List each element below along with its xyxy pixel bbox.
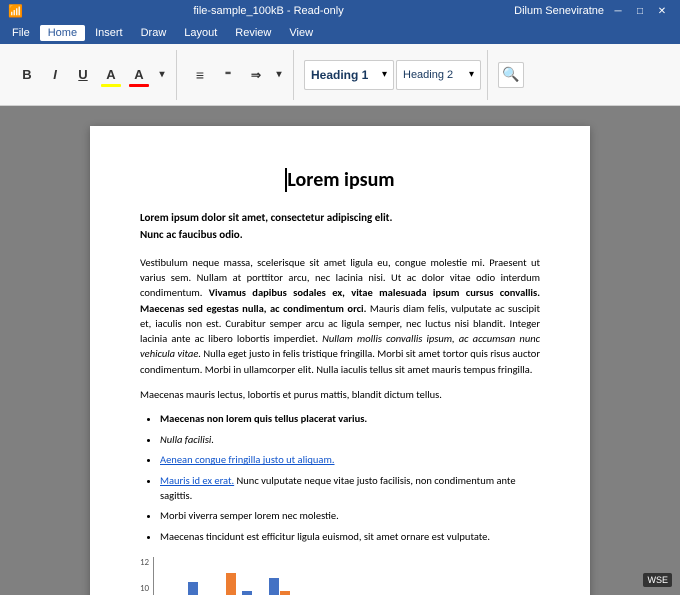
window-controls: ─ □ ✕ xyxy=(608,4,672,18)
chart-y-axis: 12 10 8 6 xyxy=(140,557,149,595)
heading2-dropdown[interactable]: Heading 2 ▾ xyxy=(396,60,481,90)
bold-button[interactable]: B xyxy=(14,62,40,88)
y-label: 10 xyxy=(140,583,149,595)
menu-draw[interactable]: Draw xyxy=(133,25,175,41)
dropdown-arrow-font[interactable]: ▾ xyxy=(154,62,170,88)
bar-group xyxy=(269,578,290,595)
heading1-dropdown[interactable]: Heading 1 ▾ xyxy=(304,60,394,90)
y-label: 12 xyxy=(140,557,149,570)
bar-col1 xyxy=(242,591,252,595)
list-item: Maecenas non lorem quis tellus placerat … xyxy=(160,412,540,427)
close-button[interactable]: ✕ xyxy=(652,4,672,18)
bar-group xyxy=(188,582,209,595)
body-paragraph-2: Maecenas mauris lectus, lobortis et puru… xyxy=(140,387,540,402)
search-group: 🔍 xyxy=(492,50,530,100)
chart-wrapper: 12 10 8 6 xyxy=(140,557,540,595)
highlight-button[interactable]: A xyxy=(98,62,124,88)
maximize-button[interactable]: □ xyxy=(630,4,650,18)
search-button[interactable]: 🔍 xyxy=(498,62,524,88)
chart-container: 12 10 8 6 xyxy=(140,557,540,595)
page: Lorem ipsum Lorem ipsum dolor sit amet, … xyxy=(90,126,590,595)
chart-legend: Column 1 Column 2 xyxy=(309,557,358,595)
bar-group xyxy=(215,573,236,595)
heading1-label: Heading 1 xyxy=(311,68,368,82)
font-color-button[interactable]: A xyxy=(126,62,152,88)
bar-group xyxy=(242,591,263,595)
menu-file[interactable]: File xyxy=(4,25,38,41)
list-item: Aenean congue fringilla justo ut aliquam… xyxy=(160,453,540,468)
menu-bar: File Home Insert Draw Layout Review View xyxy=(0,22,680,44)
menu-insert[interactable]: Insert xyxy=(87,25,131,41)
minimize-button[interactable]: ─ xyxy=(608,4,628,18)
bar-col2 xyxy=(280,591,290,595)
list-item: Morbi viverra semper lorem nec molestie. xyxy=(160,509,540,524)
title-bar-left: 📶 xyxy=(8,4,23,18)
document-area: Lorem ipsum Lorem ipsum dolor sit amet, … xyxy=(0,106,680,595)
heading2-label: Heading 2 xyxy=(403,69,453,81)
numbered-list-button[interactable]: ⁼ xyxy=(215,62,241,88)
list-link-2[interactable]: Mauris id ex erat. xyxy=(160,474,234,487)
styles-group: Heading 1 ▾ Heading 2 ▾ xyxy=(298,50,488,100)
document-title: Lorem ipsum xyxy=(140,166,540,194)
menu-review[interactable]: Review xyxy=(227,25,279,41)
ribbon: B I U A A ▾ ≡ ⁼ ⇒ ▾ Heading 1 ▾ Heading … xyxy=(0,44,680,106)
body-paragraph-1: Vestibulum neque massa, scelerisque sit … xyxy=(140,255,540,377)
indent-dropdown[interactable]: ▾ xyxy=(271,62,287,88)
bullet-list: Maecenas non lorem quis tellus placerat … xyxy=(160,412,540,545)
wifi-icon: 📶 xyxy=(8,4,23,18)
bar-col2 xyxy=(226,573,236,595)
bar-col1 xyxy=(188,582,198,595)
font-group: B I U A A ▾ xyxy=(8,50,177,100)
heading2-arrow: ▾ xyxy=(469,69,474,80)
heading1-arrow: ▾ xyxy=(382,69,387,80)
list-item: Nulla facilisi. xyxy=(160,433,540,448)
underline-button[interactable]: U xyxy=(70,62,96,88)
chart-area xyxy=(153,557,297,595)
indent-button[interactable]: ⇒ xyxy=(243,62,269,88)
title-bar: 📶 file-sample_100kB - Read-only Dilum Se… xyxy=(0,0,680,22)
title-bar-filename: file-sample_100kB - Read-only xyxy=(23,5,514,17)
bullet-list-button[interactable]: ≡ xyxy=(187,62,213,88)
list-link[interactable]: Aenean congue fringilla justo ut aliquam… xyxy=(160,453,335,466)
menu-home[interactable]: Home xyxy=(40,25,85,41)
menu-view[interactable]: View xyxy=(281,25,321,41)
menu-layout[interactable]: Layout xyxy=(176,25,225,41)
user-name: Dilum Seneviratne xyxy=(514,5,604,17)
list-item: Maecenas tincidunt est efficitur ligula … xyxy=(160,530,540,545)
bold-intro: Lorem ipsum dolor sit amet, consectetur … xyxy=(140,210,540,243)
paragraph-group: ≡ ⁼ ⇒ ▾ xyxy=(181,50,294,100)
italic-button[interactable]: I xyxy=(42,62,68,88)
bar-col1 xyxy=(269,578,279,595)
title-bar-right: Dilum Seneviratne ─ □ ✕ xyxy=(514,4,672,18)
watermark: WSE xyxy=(643,573,672,587)
list-item: Mauris id ex erat. Nunc vulputate neque … xyxy=(160,474,540,503)
